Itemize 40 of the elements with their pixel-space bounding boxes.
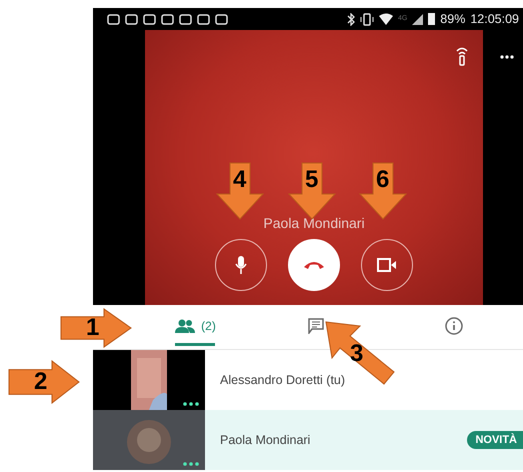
callout-number: 1 — [86, 316, 100, 340]
more-icon[interactable] — [500, 55, 514, 59]
microphone-button[interactable] — [215, 239, 267, 291]
battery-icon — [428, 13, 436, 25]
bluetooth-icon — [346, 12, 355, 26]
notification-icon — [143, 12, 156, 26]
wifi-icon — [378, 13, 393, 25]
notification-icon — [125, 12, 138, 26]
notification-icon — [179, 12, 192, 26]
notification-icon — [197, 12, 210, 26]
info-icon — [445, 316, 463, 334]
notification-icon — [215, 12, 228, 26]
microphone-icon — [235, 256, 247, 274]
callout-number: 4 — [233, 168, 246, 192]
video-camera-icon — [377, 258, 397, 272]
clock: 12:05:09 — [470, 12, 519, 26]
people-icon — [174, 318, 196, 332]
phone-icon — [303, 260, 325, 270]
participant-row[interactable]: Paola Mondinari NOVITÀ — [93, 410, 523, 470]
participant-name: Alessandro Doretti (tu) — [220, 373, 346, 387]
callout-number: 5 — [305, 168, 318, 192]
callout-arrow — [60, 308, 132, 348]
callout-arrow — [324, 320, 396, 386]
chat-icon — [308, 318, 324, 334]
callout-arrow — [216, 162, 264, 220]
callout-arrow — [8, 360, 80, 404]
signal-icon — [412, 14, 424, 24]
notification-icon — [107, 12, 120, 26]
caller-name: Paola Mondinari — [263, 215, 365, 231]
battery-percent: 89% — [440, 12, 466, 26]
more-icon[interactable] — [183, 402, 199, 406]
notification-icon — [161, 12, 174, 26]
vibrate-icon — [360, 12, 374, 26]
camera-button[interactable] — [361, 239, 413, 291]
signal-tower-icon[interactable] — [455, 46, 469, 66]
callout-number: 6 — [376, 168, 390, 192]
new-badge: NOVITÀ — [467, 431, 523, 449]
callout-number: 2 — [34, 370, 48, 394]
hang-up-button[interactable] — [288, 239, 340, 291]
participant-name: Paola Mondinari — [220, 433, 312, 447]
